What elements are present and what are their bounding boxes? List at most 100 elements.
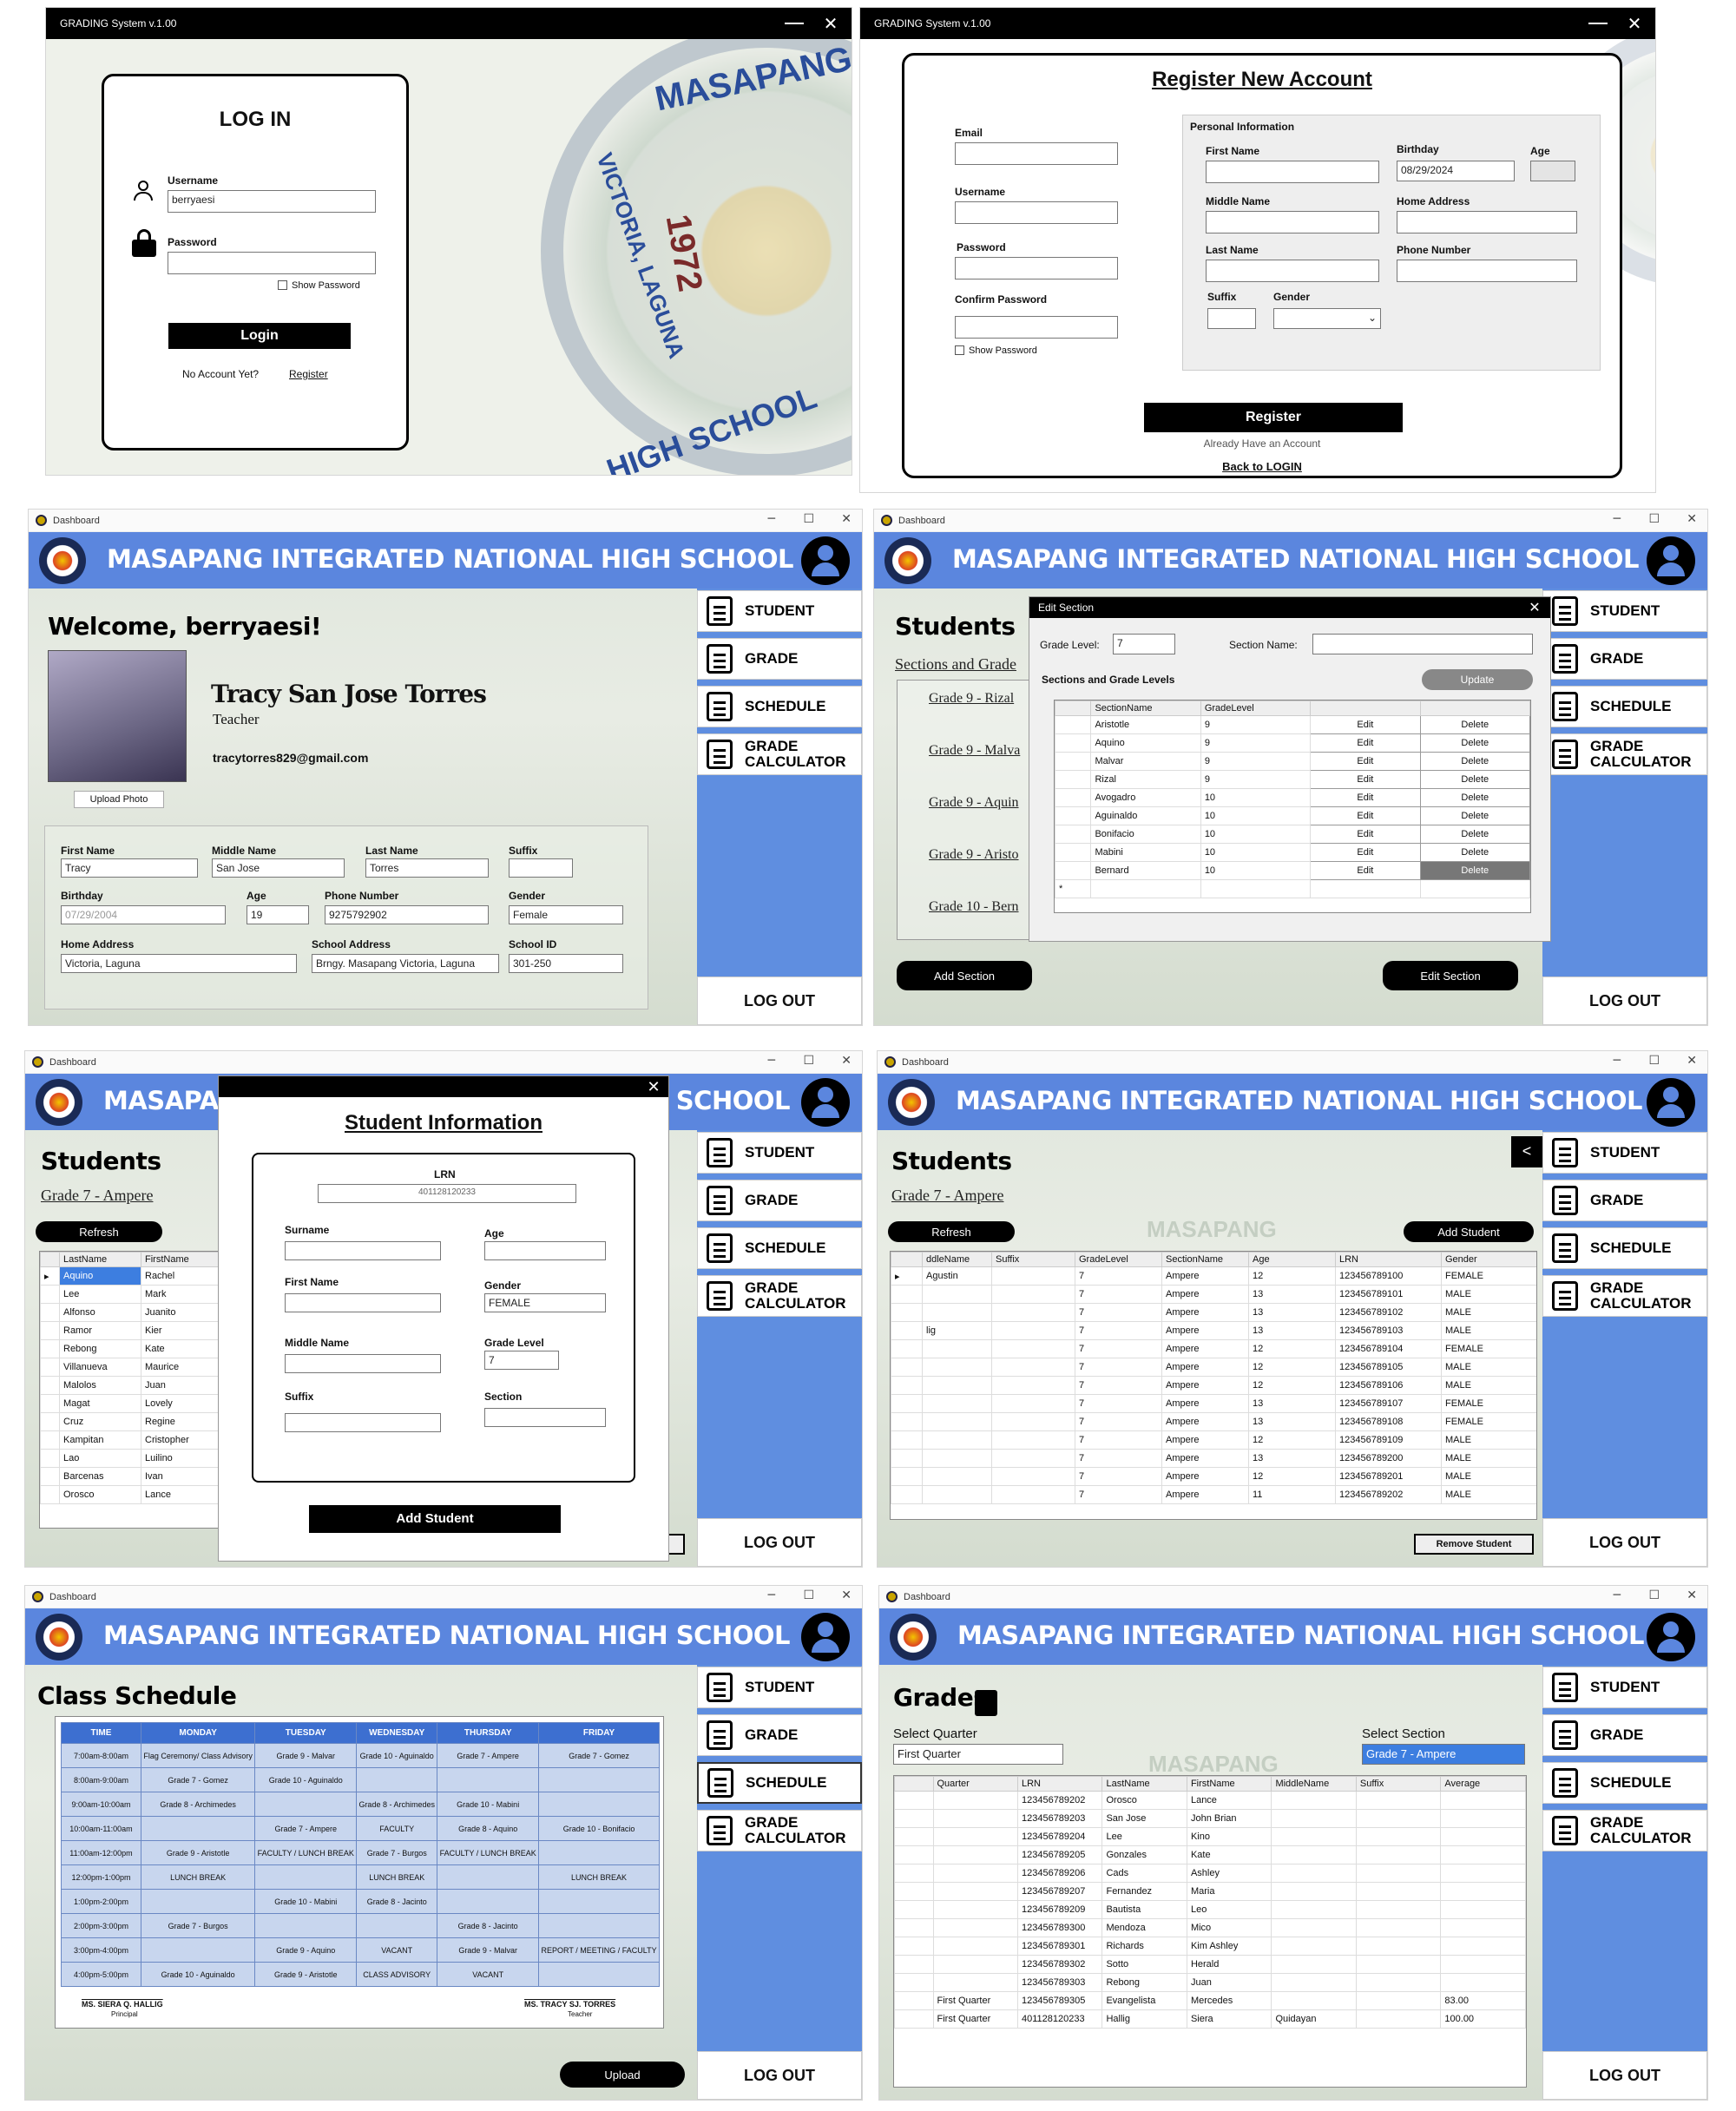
gender-select[interactable]: FEMALE	[484, 1293, 606, 1312]
table-row[interactable]: Aquino 9 Edit Delete	[1055, 733, 1530, 753]
col-suffix[interactable]: Suffix	[1355, 1776, 1442, 1792]
add-student-button[interactable]: Add Student	[309, 1505, 561, 1533]
table-row[interactable]: 7 Ampere 13 123456789101 MALE	[891, 1285, 1536, 1304]
delete-button[interactable]: Delete	[1419, 806, 1530, 825]
maximize-icon[interactable]: ☐	[803, 1054, 814, 1068]
register-button[interactable]: Register	[1144, 403, 1403, 432]
delete-button[interactable]: Delete	[1419, 825, 1530, 844]
maximize-icon[interactable]: ☐	[1648, 512, 1660, 526]
last-name-input[interactable]	[1206, 260, 1379, 282]
upload-photo-button[interactable]: Upload Photo	[74, 791, 164, 808]
home-address-field[interactable]: Victoria, Laguna	[61, 954, 297, 973]
table-row[interactable]: 123456789206 Cads Ashley	[894, 1864, 1526, 1883]
table-row[interactable]: 7 Ampere 13 123456789107 FEMALE	[891, 1394, 1536, 1413]
nav-calculator[interactable]: GRADE CALCULATOR	[1542, 1810, 1707, 1851]
table-row[interactable]: Aristotle 9 Edit Delete	[1055, 715, 1530, 734]
delete-button[interactable]: Delete	[1419, 788, 1530, 807]
user-avatar-icon[interactable]	[1647, 536, 1695, 585]
nav-grade[interactable]: GRADE	[1542, 638, 1707, 680]
close-icon[interactable]: ✕	[1687, 1588, 1697, 1602]
login-button[interactable]: Login	[168, 323, 351, 349]
section-item[interactable]: Grade 9 - Aristo	[929, 847, 1019, 863]
edit-button[interactable]: Edit	[1310, 788, 1421, 807]
table-row[interactable]: Bonifacio 10 Edit Delete	[1055, 825, 1530, 844]
update-button[interactable]: Update	[1422, 669, 1533, 690]
table-row[interactable]: Mabini 10 Edit Delete	[1055, 843, 1530, 862]
user-avatar-icon[interactable]	[1647, 1613, 1695, 1661]
collapse-button[interactable]: <	[1511, 1136, 1542, 1167]
table-row[interactable]: 123456789202 Orosco Lance	[894, 1791, 1526, 1810]
close-icon[interactable]: ✕	[841, 512, 852, 526]
minimize-icon[interactable]: ─	[768, 1588, 775, 1602]
edit-button[interactable]: Edit	[1310, 715, 1421, 734]
surname-input[interactable]	[285, 1241, 441, 1260]
nav-student[interactable]: STUDENT	[1542, 590, 1707, 632]
nav-student[interactable]: STUDENT	[697, 590, 862, 632]
quarter-select[interactable]: First Quarter	[893, 1744, 1063, 1765]
add-student-button[interactable]: Add Student	[1404, 1221, 1534, 1242]
birthday-picker[interactable]: 08/29/2024	[1397, 161, 1515, 181]
table-row[interactable]: Kampitan Cristopher	[40, 1430, 220, 1450]
nav-grade[interactable]: GRADE	[1542, 1714, 1707, 1756]
nav-student[interactable]: STUDENT	[1542, 1132, 1707, 1174]
table-row[interactable]: Rizal 9 Edit Delete	[1055, 770, 1530, 789]
show-password-checkbox[interactable]	[278, 280, 287, 290]
table-row[interactable]: ▸ Aquino Rachel	[40, 1266, 220, 1286]
password-input[interactable]	[955, 257, 1118, 279]
close-icon[interactable]: ✕	[1526, 598, 1543, 615]
gender-field[interactable]: Female	[509, 905, 623, 924]
col-section-name[interactable]: SectionName	[1090, 700, 1201, 716]
table-row[interactable]: Avogadro 10 Edit Delete	[1055, 788, 1530, 807]
nav-student[interactable]: STUDENT	[1542, 1667, 1707, 1708]
col-last-name[interactable]: LastName	[1101, 1776, 1187, 1792]
nav-schedule[interactable]: SCHEDULE	[1542, 1227, 1707, 1269]
nav-grade[interactable]: GRADE	[697, 1180, 862, 1221]
user-avatar-icon[interactable]	[801, 1613, 850, 1661]
table-row[interactable]: 123456789301 Richards Kim Ashley	[894, 1937, 1526, 1956]
close-icon[interactable]: ✕	[841, 1588, 852, 1602]
logout-button[interactable]: LOG OUT	[697, 1518, 862, 1567]
confirm-password-input[interactable]	[955, 316, 1118, 339]
table-row[interactable]: 123456789207 Fernandez Maria	[894, 1882, 1526, 1901]
col-first-name[interactable]: FirstName	[1186, 1776, 1272, 1792]
minimize-icon[interactable]	[1588, 23, 1608, 24]
maximize-icon[interactable]: ☐	[1648, 1054, 1660, 1068]
nav-schedule[interactable]: SCHEDULE	[1542, 686, 1707, 727]
table-row[interactable]: Alfonso Juanito	[40, 1303, 220, 1322]
delete-button[interactable]: Delete	[1419, 752, 1530, 771]
table-row[interactable]: ▸ Agustin 7 Ampere 12 123456789100 FEMALE	[891, 1266, 1536, 1286]
middle-name-input[interactable]	[285, 1354, 441, 1373]
table-row[interactable]: First Quarter 401128120233 Hallig Siera Quid…	[894, 2009, 1526, 2029]
edit-button[interactable]: Edit	[1310, 770, 1421, 789]
table-row[interactable]: 7 Ampere 13 123456789102 MALE	[891, 1303, 1536, 1322]
table-row[interactable]: 7 Ampere 12 123456789105 MALE	[891, 1358, 1536, 1377]
table-row[interactable]: First Quarter 123456789305 Evangelista Merc…	[894, 1991, 1526, 2010]
table-row[interactable]: Rebong Kate	[40, 1339, 220, 1358]
table-row[interactable]: 7 Ampere 12 123456789201 MALE	[891, 1467, 1536, 1486]
table-row[interactable]: Orosco Lance	[40, 1485, 220, 1504]
table-row[interactable]: Barcenas Ivan	[40, 1467, 220, 1486]
school-address-field[interactable]: Brngy. Masapang Victoria, Laguna	[312, 954, 499, 973]
password-input[interactable]	[168, 252, 376, 274]
register-link[interactable]: Register	[289, 368, 328, 380]
table-row[interactable]: 7 Ampere 13 123456789108 FEMALE	[891, 1412, 1536, 1431]
maximize-icon[interactable]: ☐	[803, 1588, 814, 1602]
age-field[interactable]: 19	[247, 905, 309, 924]
table-row[interactable]: 7 Ampere 11 123456789202 MALE	[891, 1485, 1536, 1504]
col-section[interactable]: SectionName	[1161, 1252, 1249, 1267]
table-row[interactable]: 123456789209 Bautista Leo	[894, 1900, 1526, 1919]
table-row[interactable]: 7 Ampere 12 123456789104 FEMALE	[891, 1339, 1536, 1358]
col-age[interactable]: Age	[1248, 1252, 1336, 1267]
refresh-button[interactable]: Refresh	[888, 1221, 1015, 1242]
refresh-button[interactable]: Refresh	[36, 1221, 162, 1242]
col-middle-name[interactable]: MiddleName	[1271, 1776, 1357, 1792]
phone-field[interactable]: 9275792902	[325, 905, 489, 924]
grade-level-stepper[interactable]: 7	[1113, 634, 1175, 654]
minimize-icon[interactable]: ─	[1614, 1588, 1621, 1602]
table-row[interactable]: Aguinaldo 10 Edit Delete	[1055, 806, 1530, 825]
section-select[interactable]	[484, 1408, 606, 1427]
table-row[interactable]: Cruz Regine	[40, 1412, 220, 1431]
user-avatar-icon[interactable]	[1647, 1078, 1695, 1127]
first-name-input[interactable]	[285, 1293, 441, 1312]
delete-button[interactable]: Delete	[1419, 770, 1530, 789]
